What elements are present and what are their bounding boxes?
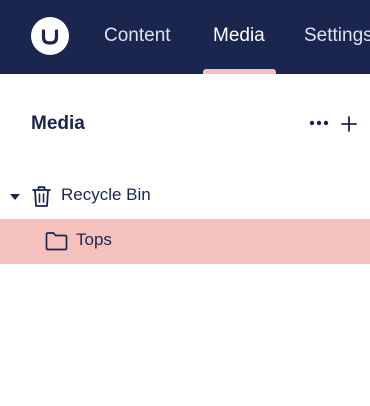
tree-item-recycle-bin[interactable]: Recycle Bin [0, 174, 370, 219]
tab-settings[interactable]: Settings [304, 0, 370, 74]
panel-title: Media [31, 113, 85, 134]
top-navigation-bar: Content Media Settings [0, 0, 370, 74]
tree-item-tops[interactable]: Tops [0, 219, 370, 264]
tab-media[interactable]: Media [213, 0, 265, 74]
tree-item-label: Tops [76, 230, 112, 249]
add-button[interactable] [337, 111, 361, 137]
panel-header: Media [0, 100, 370, 148]
folder-icon [45, 232, 68, 251]
trash-icon [32, 186, 51, 207]
u-logo-icon [41, 29, 59, 45]
umbraco-logo[interactable] [31, 17, 69, 55]
tree-item-label: Recycle Bin [61, 185, 151, 204]
tab-content[interactable]: Content [104, 0, 171, 74]
plus-icon [341, 116, 357, 132]
caret-down-icon[interactable] [9, 191, 21, 203]
active-tab-indicator [203, 69, 276, 74]
actions-button[interactable] [306, 110, 332, 136]
ellipsis-icon [309, 120, 329, 126]
